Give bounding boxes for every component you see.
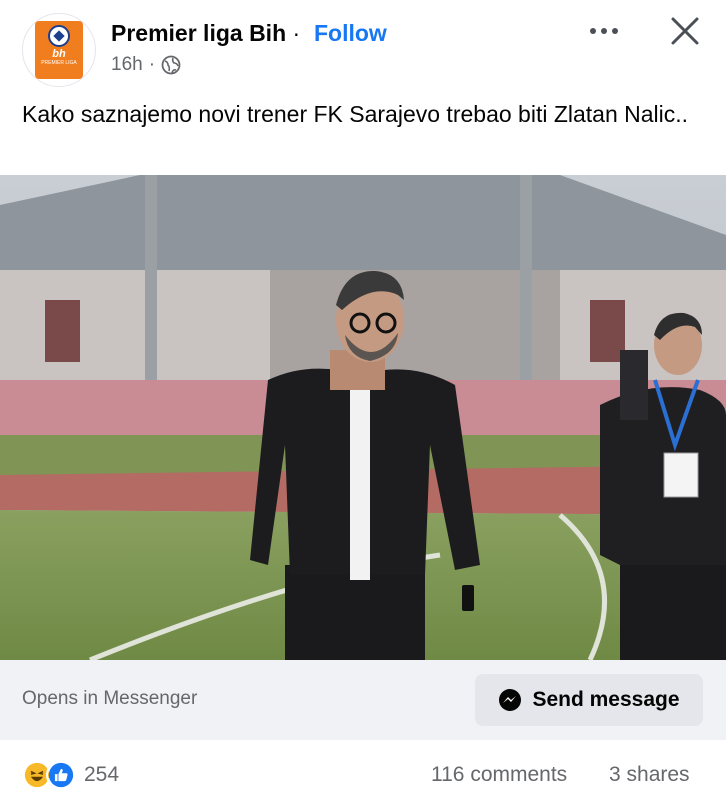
post-meta: 16h ·: [111, 54, 181, 76]
opens-in-messenger-text: Opens in Messenger: [22, 688, 198, 709]
page-avatar[interactable]: bh PREMIER LIGA: [22, 13, 96, 87]
more-dot-icon: [612, 28, 618, 34]
post-photo[interactable]: [0, 175, 726, 660]
football-logo-icon: [48, 25, 70, 47]
meta-separator: ·: [148, 54, 156, 75]
send-message-label: Send message: [532, 688, 680, 711]
messenger-icon: [499, 689, 522, 711]
shares-count-link[interactable]: 3 shares: [609, 763, 690, 787]
send-message-button[interactable]: Send message: [475, 674, 703, 726]
post-header: bh PREMIER LIGA Premier liga Bih · Follo…: [0, 0, 726, 90]
logo-bh-text: bh: [52, 48, 66, 60]
engagement-bar: 254 116 comments 3 shares: [0, 740, 726, 800]
post-time[interactable]: 16h: [111, 54, 143, 76]
page-name[interactable]: Premier liga Bih ·: [111, 20, 300, 47]
more-dot-icon: [590, 28, 596, 34]
globe-icon: [161, 55, 181, 75]
reaction-count: 254: [84, 763, 120, 786]
post-text: Kako saznajemo novi trener FK Sarajevo t…: [22, 101, 689, 127]
reactions-summary[interactable]: 254: [22, 760, 119, 790]
close-icon[interactable]: [666, 12, 704, 50]
comments-count-link[interactable]: 116 comments: [431, 763, 567, 787]
follow-button[interactable]: Follow: [314, 20, 387, 47]
photo-illustration: [0, 175, 726, 660]
messenger-bar: Opens in Messenger Send message: [0, 660, 726, 740]
logo-league-text: PREMIER LIGA: [41, 60, 77, 66]
more-options-button[interactable]: [584, 16, 624, 46]
premier-liga-logo: bh PREMIER LIGA: [35, 21, 83, 79]
more-dot-icon: [601, 28, 607, 34]
name-separator: ·: [286, 20, 301, 46]
like-reaction-icon: [46, 760, 76, 790]
